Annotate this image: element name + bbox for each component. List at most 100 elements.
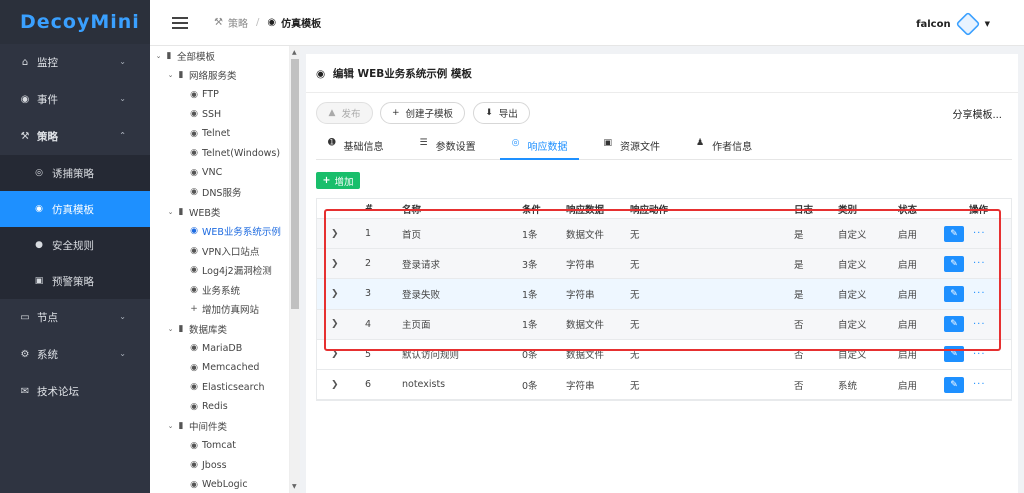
tree-node[interactable]: ◉ VNC [150,163,289,183]
tab-response-data[interactable]: ◎ 响应数据 [499,136,580,160]
expand-row-icon[interactable]: ❯ [317,349,365,359]
tree-node[interactable]: + 增加仿真网站 [150,300,289,320]
export-button[interactable]: ⬇ 导出 [473,102,530,124]
pencil-icon: ✎ [950,349,958,360]
nav-item-monitor[interactable]: ⌂ 监控 ⌄ [0,44,150,81]
nav-item-forum[interactable]: ✉ 技术论坛 [0,373,150,410]
panel-title-text: 编辑 WEB业务系统示例 模板 [332,68,472,80]
edit-button[interactable]: ✎ [944,255,964,272]
user-menu[interactable]: falcon ▼ [916,11,990,37]
tree-node[interactable]: ◉ Telnet(Windows) [150,144,289,164]
chevron-down-icon[interactable]: ⌄ [166,71,175,79]
subnav-item-templates[interactable]: ◉ 仿真模板 [0,191,150,227]
breadcrumb-separator: / [255,17,260,28]
tree-node[interactable]: ◉ Telnet [150,124,289,144]
nav-item-nodes[interactable]: ▭ 节点 ⌄ [0,299,150,336]
chevron-down-icon[interactable]: ⌄ [154,52,163,60]
scroll-up-icon[interactable]: ▲ [292,49,297,56]
tree-node[interactable]: ◉ FTP [150,85,289,105]
sidebar: DecoyMini ⌂ 监控 ⌄ ◉ 事件 ⌄ ⚒ 策略 ⌃ ◎ 诱捕策略 ◉ … [0,0,150,493]
expand-row-icon[interactable]: ❯ [317,259,365,269]
header-cell: 条件 [522,204,542,216]
tab-basic-info[interactable]: ➊ 基础信息 [316,136,396,160]
tree-node[interactable]: ⌄ ▮ 全部模板 [150,46,289,66]
more-options-button[interactable]: ··· [973,228,986,239]
create-child-template-button[interactable]: + 创建子模板 [380,102,465,124]
expand-row-icon[interactable]: ❯ [317,319,365,329]
table-row[interactable]: ❯ 4 主页面 1条 数据文件 无 否 自定义 启用 ✎ ··· [317,309,1011,340]
tree-node[interactable]: ◉ Memcached [150,358,289,378]
table-row[interactable]: ❯ 3 登录失败 1条 字符串 无 是 自定义 启用 ✎ ··· [317,279,1011,310]
cube-icon: ◉ [190,343,198,354]
tree-node[interactable]: ◉ DNS服务 [150,183,289,203]
breadcrumb-item[interactable]: 策略 [228,15,248,30]
tree-node[interactable]: ⌄ ▮ 数据库类 [150,319,289,339]
nav-item-system[interactable]: ⚙ 系统 ⌄ [0,336,150,373]
table-row[interactable]: ❯ 2 登录请求 3条 字符串 无 是 自定义 启用 ✎ ··· [317,249,1011,280]
tree-node[interactable]: ◉ WEB业务系统示例 [150,222,289,242]
more-options-button[interactable]: ··· [973,258,986,269]
edit-button[interactable]: ✎ [944,225,964,242]
nav-item-policy[interactable]: ⚒ 策略 ⌃ [0,118,150,155]
publish-button[interactable]: ▲ 发布 [316,102,373,124]
tree-node-label: 增加仿真网站 [202,305,260,317]
tree-node[interactable]: ◉ Jboss [150,456,289,476]
share-template-link[interactable]: 分享模板... [952,106,1002,121]
cube-icon: ◉ [35,204,43,214]
cube-icon: ◉ [190,148,198,159]
export-label: 导出 [498,109,518,120]
tab-author-info[interactable]: ♟ 作者信息 [684,136,764,160]
menu-toggle-icon[interactable] [172,16,188,29]
tree-node[interactable]: ◉ MariaDB [150,339,289,359]
more-options-button[interactable]: ··· [973,319,986,330]
tree-node[interactable]: ⌄ ▮ 网络服务类 [150,66,289,86]
tab-parameters[interactable]: ☰ 参数设置 [408,136,488,160]
tab-resource-files[interactable]: ▣ 资源文件 [591,136,672,160]
tree-node[interactable]: ◉ VPN入口站点 [150,241,289,261]
expand-row-icon[interactable]: ❯ [317,289,365,299]
avatar [955,11,981,37]
scroll-down-icon[interactable]: ▼ [292,483,297,490]
app-logo[interactable]: DecoyMini [0,0,150,44]
tree-node[interactable]: ◉ 业务系统 [150,280,289,300]
more-options-button[interactable]: ··· [973,379,986,390]
table-row[interactable]: ❯ 1 首页 1条 数据文件 无 是 自定义 启用 ✎ ··· [317,219,1011,250]
add-button[interactable]: + 增加 [316,172,360,189]
tab-label: 作者信息 [712,142,753,153]
scrollbar-thumb[interactable] [291,59,299,309]
chevron-down-icon[interactable]: ⌄ [166,422,175,430]
more-options-button[interactable]: ··· [973,288,986,299]
table-body: ❯ 1 首页 1条 数据文件无是自定义 启用 ✎ ··· ❯ 2 登录请求 3条 字符串无是自定义 启用 ✎… [317,219,1011,401]
table-cell: 数据文件 [566,320,605,332]
tree-node-label: VPN入口站点 [202,246,260,258]
subnav-item-security-rules[interactable]: ● 安全规则 [0,227,150,263]
tree-node[interactable]: ◉ SSH [150,105,289,125]
edit-button[interactable]: ✎ [944,316,964,333]
cube-icon: ◉ [190,187,198,198]
table-cell: 启用 [898,380,918,392]
chevron-down-icon[interactable]: ⌄ [166,325,175,333]
tree-node[interactable]: ◉ Tomcat [150,436,289,456]
tree-node[interactable]: ◉ Redis [150,397,289,417]
expand-row-icon[interactable]: ❯ [317,380,365,390]
table-row[interactable]: ❯ 5 默认访问规则 0条 数据文件 无 否 自定义 启用 ✎ ··· [317,340,1011,370]
subnav-item-trap-policy[interactable]: ◎ 诱捕策略 [0,155,150,191]
tree-node[interactable]: ◉ WebLogic [150,475,289,493]
tree-scrollbar[interactable]: ▲ ▼ [290,46,300,493]
more-options-button[interactable]: ··· [973,349,986,360]
tree-node[interactable]: ◉ Elasticsearch [150,378,289,398]
table-row[interactable]: ❯ 6 notexists 0条 字符串 无 否 系统 启用 ✎ ··· [317,370,1011,401]
edit-button[interactable]: ✎ [944,285,964,302]
tree-node[interactable]: ⌄ ▮ 中间件类 [150,417,289,437]
tree-node[interactable]: ⌄ ▮ WEB类 [150,202,289,222]
edit-button[interactable]: ✎ [944,376,964,393]
table-cell: 4 [365,318,372,330]
expand-row-icon[interactable]: ❯ [317,229,365,239]
subnav-item-alert-policy[interactable]: ▣ 预警策略 [0,263,150,299]
cube-icon: ◉ [267,17,277,28]
chevron-down-icon[interactable]: ⌄ [166,208,175,216]
plus-icon: + [322,175,331,186]
tree-node[interactable]: ◉ Log4j2漏洞检测 [150,261,289,281]
nav-item-events[interactable]: ◉ 事件 ⌄ [0,81,150,118]
edit-button[interactable]: ✎ [944,346,964,363]
